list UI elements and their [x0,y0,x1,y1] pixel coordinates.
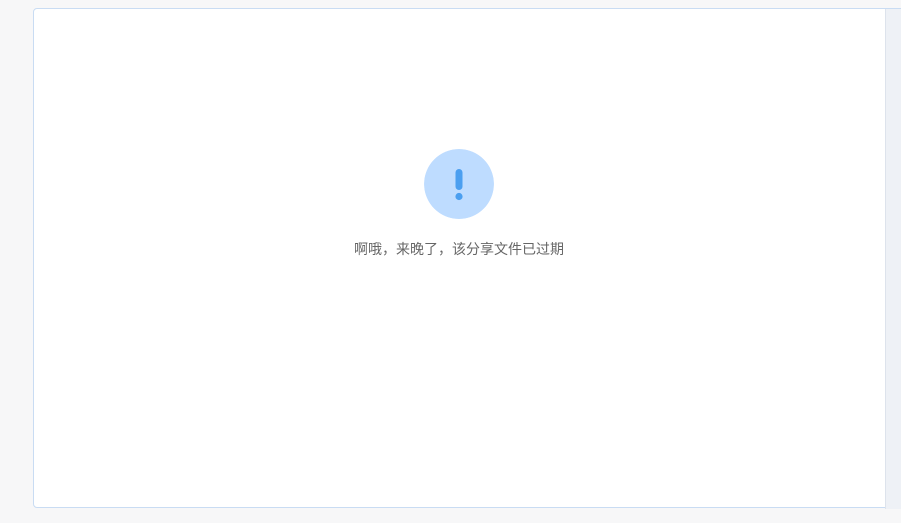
right-scroll-gutter [885,9,901,509]
exclamation-circle-icon [424,149,494,219]
expired-message: 啊哦，来晚了，该分享文件已过期 [354,242,564,258]
